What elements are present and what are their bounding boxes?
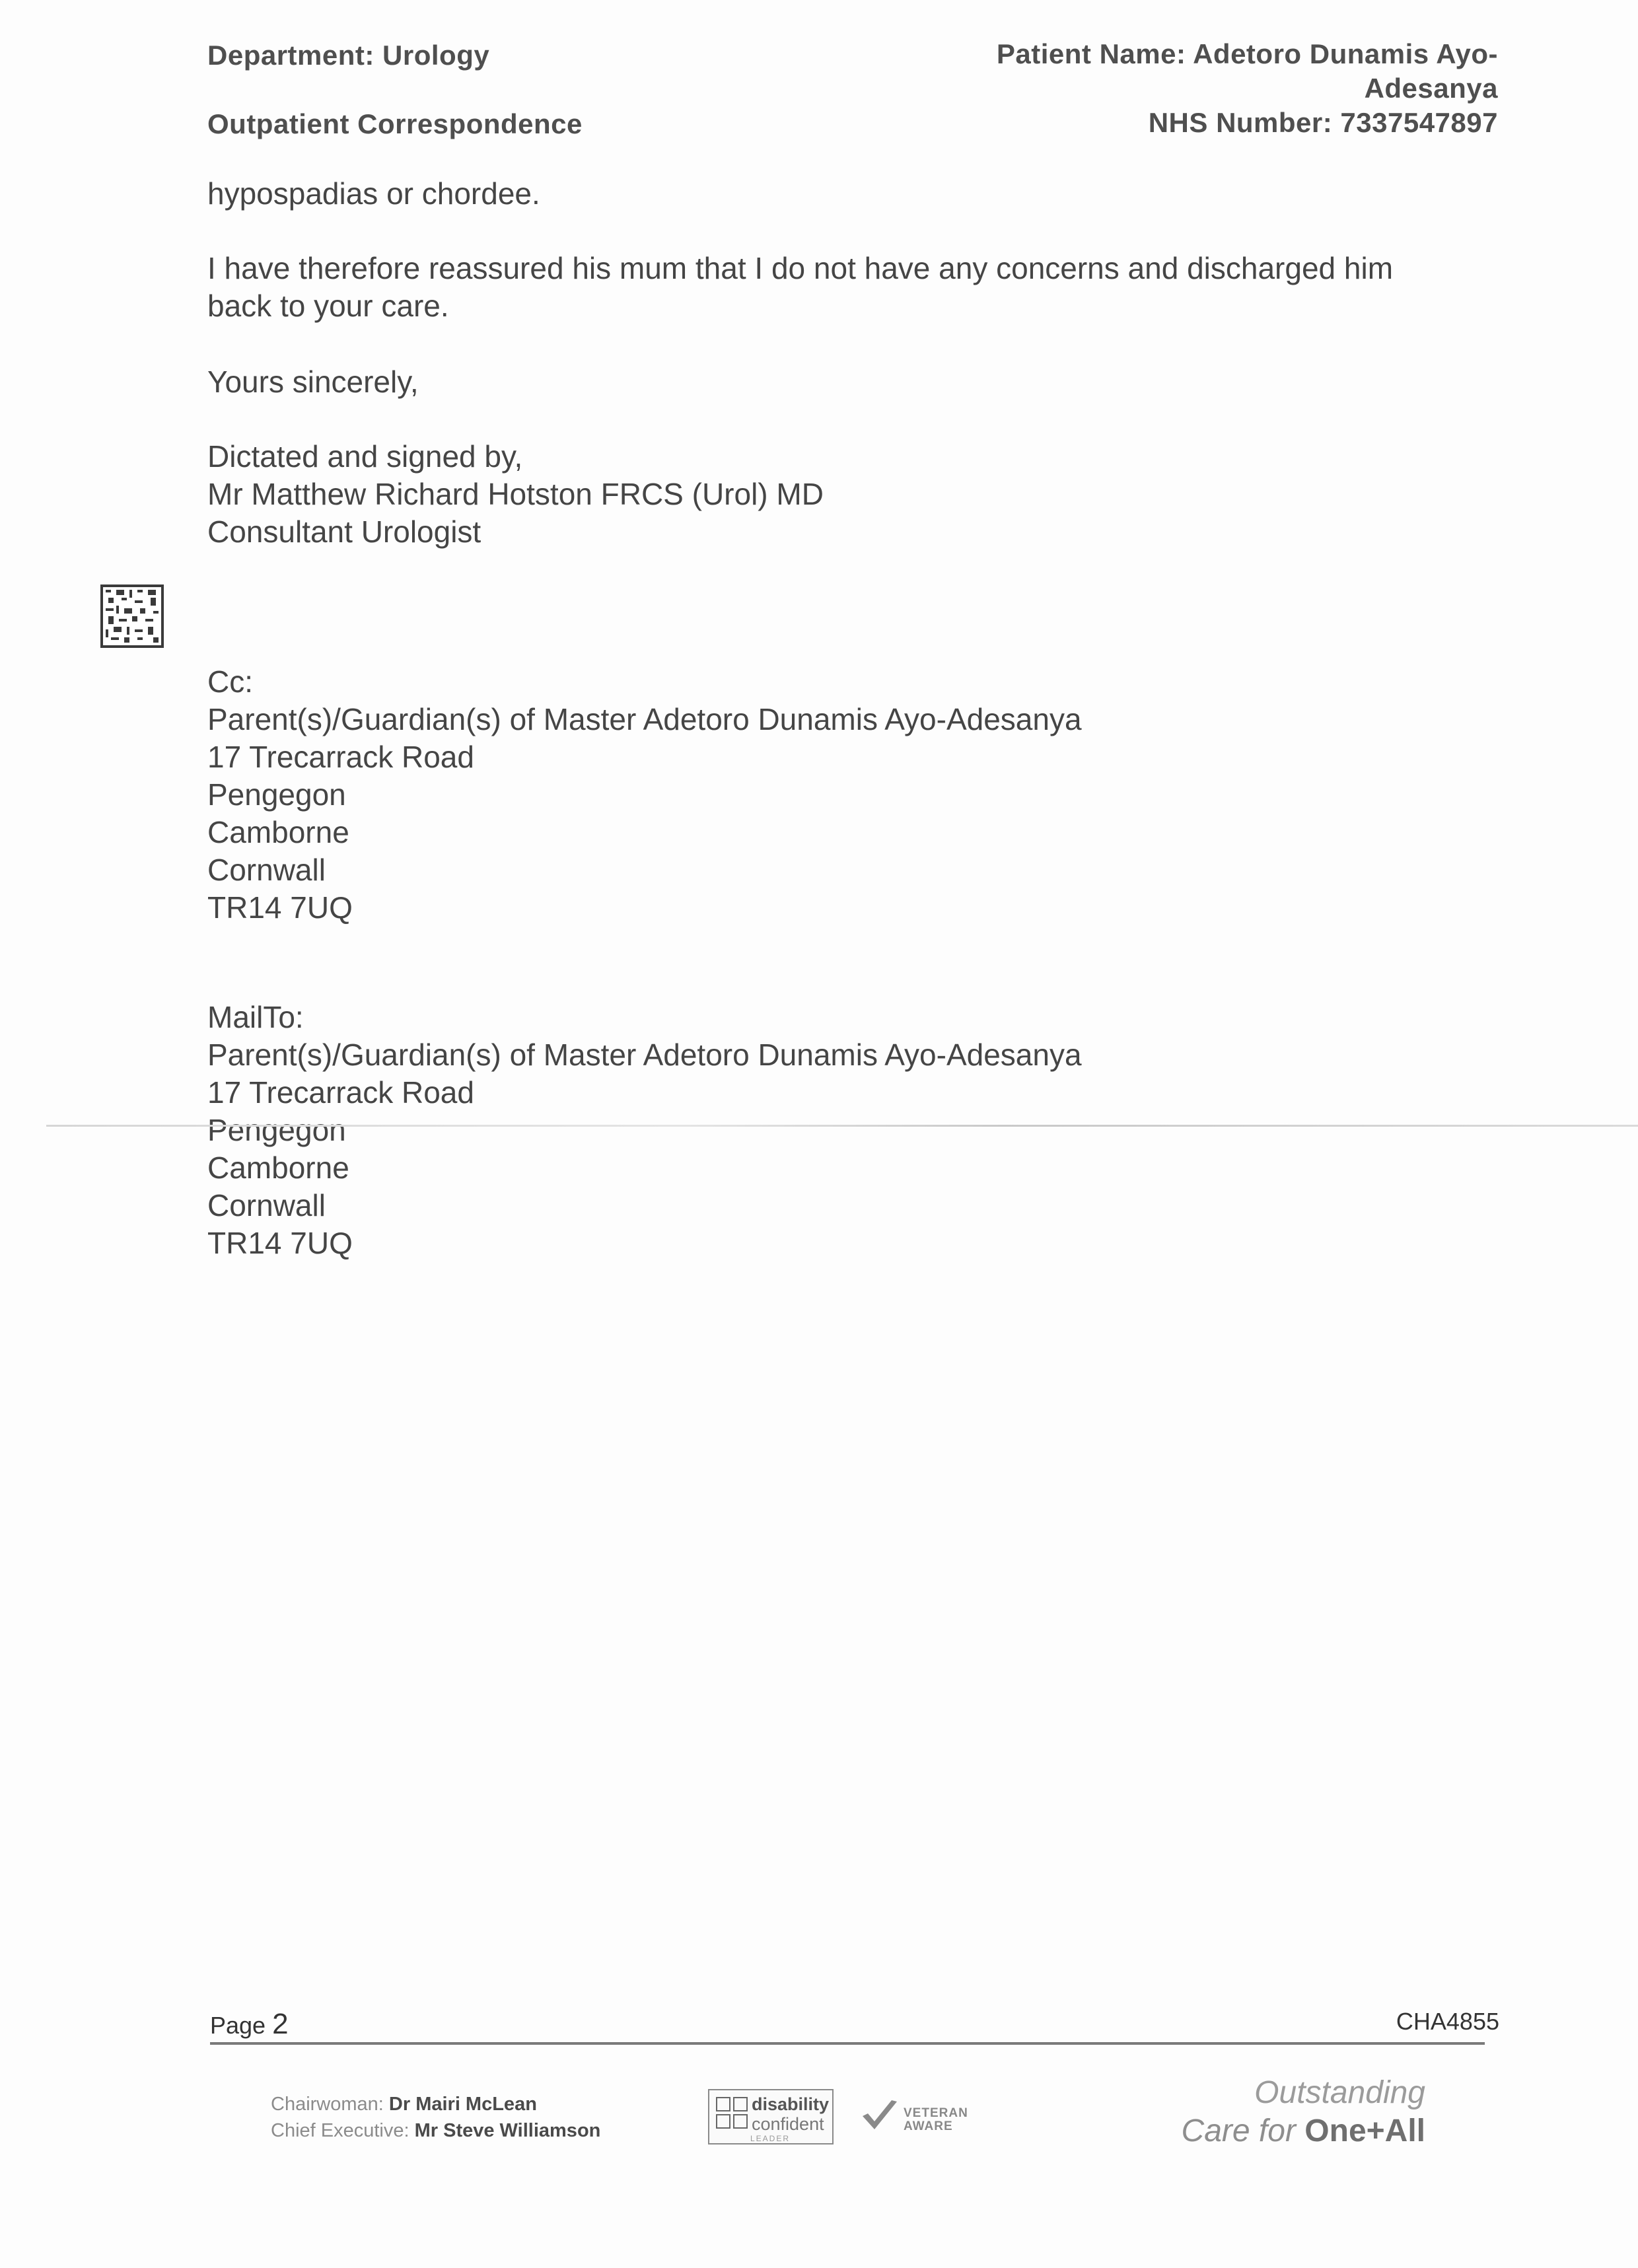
signatory-title: Consultant Urologist bbox=[207, 514, 481, 549]
disability-confident-badge: disability confident LEADER bbox=[708, 2089, 834, 2144]
reassurance-line-2: back to your care. bbox=[207, 289, 449, 323]
footer-divider bbox=[210, 2042, 1485, 2045]
badge-text: disability bbox=[752, 2094, 830, 2114]
mailto-line: Pengegon bbox=[207, 1113, 346, 1147]
mailto-block: MailTo: Parent(s)/Guardian(s) of Master … bbox=[207, 999, 1502, 1262]
badge-text: confident bbox=[752, 2114, 824, 2134]
mailto-line: 17 Trecarrack Road bbox=[207, 1075, 474, 1110]
badge-text: LEADER bbox=[750, 2134, 791, 2143]
tagline-line-1: Outstanding bbox=[1254, 2075, 1425, 2110]
signatory-name: Mr Matthew Richard Hotston FRCS (Urol) M… bbox=[207, 477, 824, 511]
page-number-value: 2 bbox=[272, 2008, 289, 2040]
paper-fold bbox=[46, 1125, 1638, 1127]
tagline-line-2: Care for One+All bbox=[1182, 2112, 1425, 2150]
signature-block: Dictated and signed by, Mr Matthew Richa… bbox=[207, 438, 1502, 551]
dictated-line: Dictated and signed by, bbox=[207, 439, 523, 474]
patient-name-line1: Patient Name: Adetoro Dunamis Ayo- bbox=[996, 38, 1498, 69]
letter-continuation: hypospadias or chordee. bbox=[207, 176, 540, 211]
patient-info: Patient Name: Adetoro Dunamis Ayo- Adesa… bbox=[997, 37, 1498, 140]
cc-line: Cornwall bbox=[207, 853, 326, 887]
mailto-line: Cornwall bbox=[207, 1188, 326, 1223]
trust-officers: Chairwoman: Dr Mairi McLean Chief Execut… bbox=[271, 2091, 600, 2144]
nhs-number: NHS Number: 7337547897 bbox=[1148, 107, 1498, 138]
patient-name-line2: Adesanya bbox=[1364, 73, 1498, 104]
trust-tagline: Outstanding Care for One+All bbox=[1182, 2074, 1425, 2150]
cc-line: Parent(s)/Guardian(s) of Master Adetoro … bbox=[207, 702, 1082, 736]
ceo-label: Chief Executive: bbox=[271, 2120, 410, 2141]
cc-line: Pengegon bbox=[207, 777, 346, 812]
mailto-line: Camborne bbox=[207, 1151, 349, 1185]
badge-text: AWARE bbox=[904, 2119, 953, 2133]
reassurance-paragraph: I have therefore reassured his mum that … bbox=[207, 250, 1502, 325]
checkmark-icon bbox=[863, 2100, 897, 2129]
cc-line: TR14 7UQ bbox=[207, 890, 353, 925]
page-label: Page bbox=[210, 2012, 266, 2039]
chair-name: Dr Mairi McLean bbox=[388, 2094, 537, 2115]
cc-label: Cc: bbox=[207, 664, 253, 699]
cc-line: Camborne bbox=[207, 815, 349, 849]
document-reference: CHA4855 bbox=[1396, 2008, 1499, 2035]
mailto-label: MailTo: bbox=[207, 1000, 304, 1034]
mailto-line: TR14 7UQ bbox=[207, 1226, 353, 1260]
badge-text: VETERAN bbox=[904, 2106, 968, 2120]
chair-label: Chairwoman: bbox=[271, 2094, 384, 2115]
cc-block: Cc: Parent(s)/Guardian(s) of Master Adet… bbox=[207, 663, 1502, 927]
cc-line: 17 Trecarrack Road bbox=[207, 740, 474, 774]
disability-confident-icon bbox=[716, 2097, 748, 2129]
mailto-line: Parent(s)/Guardian(s) of Master Adetoro … bbox=[207, 1038, 1082, 1072]
department-label: Department: Urology bbox=[207, 40, 490, 71]
document-barcode bbox=[100, 585, 164, 648]
veteran-aware-text: VETERAN AWARE bbox=[904, 2107, 968, 2133]
tagline-one-all: One+All bbox=[1304, 2113, 1425, 2148]
page-number: Page 2 bbox=[210, 2008, 289, 2041]
tagline-care-for: Care for bbox=[1181, 2113, 1305, 2148]
reassurance-line-1: I have therefore reassured his mum that … bbox=[207, 251, 1394, 285]
correspondence-label: Outpatient Correspondence bbox=[207, 108, 583, 139]
closing: Yours sincerely, bbox=[207, 365, 419, 399]
veteran-aware-badge: VETERAN AWARE bbox=[859, 2094, 978, 2140]
ceo-name: Mr Steve Williamson bbox=[414, 2120, 601, 2141]
